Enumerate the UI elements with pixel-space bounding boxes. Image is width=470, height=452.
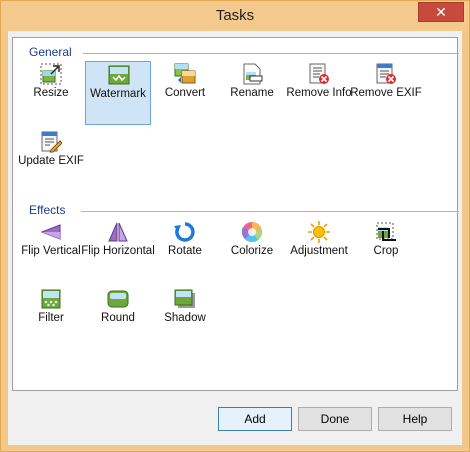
task-flip-horizontal[interactable]: Flip Horizontal bbox=[81, 219, 155, 283]
general-group-label: General bbox=[29, 45, 72, 59]
task-shadow[interactable]: Shadow bbox=[152, 286, 218, 350]
task-label: Crop bbox=[373, 245, 399, 257]
task-label: Remove EXIF bbox=[350, 87, 422, 99]
dialog-client-area: General Resize Watermark Convert Rename … bbox=[8, 31, 462, 445]
task-convert[interactable]: Convert bbox=[152, 61, 218, 125]
task-colorize[interactable]: Colorize bbox=[219, 219, 285, 283]
task-list-panel: General Resize Watermark Convert Rename … bbox=[12, 37, 459, 391]
task-watermark[interactable]: Watermark bbox=[85, 61, 151, 125]
effects-group-divider bbox=[81, 211, 459, 212]
flip-horizontal-icon bbox=[107, 221, 129, 243]
task-crop[interactable]: Crop bbox=[353, 219, 419, 283]
task-update-exif[interactable]: Update EXIF bbox=[18, 129, 84, 193]
done-button[interactable]: Done bbox=[298, 407, 372, 431]
resize-icon bbox=[40, 63, 62, 85]
rotate-icon bbox=[174, 221, 196, 243]
task-adjustment[interactable]: Adjustment bbox=[286, 219, 352, 283]
task-remove-exif[interactable]: Remove EXIF bbox=[350, 61, 422, 125]
task-label: Shadow bbox=[164, 312, 206, 324]
task-label: Resize bbox=[33, 87, 69, 99]
task-flip-vertical[interactable]: Flip Vertical bbox=[18, 219, 84, 283]
close-button[interactable]: ✕ bbox=[418, 2, 464, 22]
task-remove-info[interactable]: Remove Info bbox=[286, 61, 352, 125]
colorize-icon bbox=[241, 221, 263, 243]
window-title: Tasks bbox=[215, 7, 255, 24]
remove-info-icon bbox=[308, 63, 330, 85]
task-label: Watermark bbox=[90, 88, 146, 100]
tasks-window: Tasks ✕ General Resize Watermark Convert… bbox=[0, 0, 470, 452]
general-group-header: General bbox=[29, 45, 459, 61]
convert-icon bbox=[174, 63, 196, 85]
task-round[interactable]: Round bbox=[85, 286, 151, 350]
rename-icon bbox=[241, 63, 263, 85]
task-resize[interactable]: Resize bbox=[18, 61, 84, 125]
task-label: Update EXIF bbox=[18, 155, 84, 167]
effects-group-label: Effects bbox=[29, 203, 66, 217]
remove-exif-icon bbox=[375, 63, 397, 85]
effects-group-header: Effects bbox=[29, 203, 459, 219]
task-filter[interactable]: Filter bbox=[18, 286, 84, 350]
watermark-icon bbox=[108, 64, 130, 86]
adjustment-icon bbox=[308, 221, 330, 243]
task-rotate[interactable]: Rotate bbox=[152, 219, 218, 283]
general-group-divider bbox=[83, 53, 459, 54]
update-exif-icon bbox=[40, 131, 63, 153]
task-rename[interactable]: Rename bbox=[219, 61, 285, 125]
help-button[interactable]: Help bbox=[378, 407, 452, 431]
add-button[interactable]: Add bbox=[218, 407, 292, 431]
round-icon bbox=[107, 288, 129, 310]
crop-icon bbox=[375, 221, 397, 243]
flip-vertical-icon bbox=[40, 221, 62, 243]
title-bar[interactable]: Tasks ✕ bbox=[1, 1, 469, 31]
filter-icon bbox=[40, 288, 62, 310]
shadow-icon bbox=[174, 288, 196, 310]
